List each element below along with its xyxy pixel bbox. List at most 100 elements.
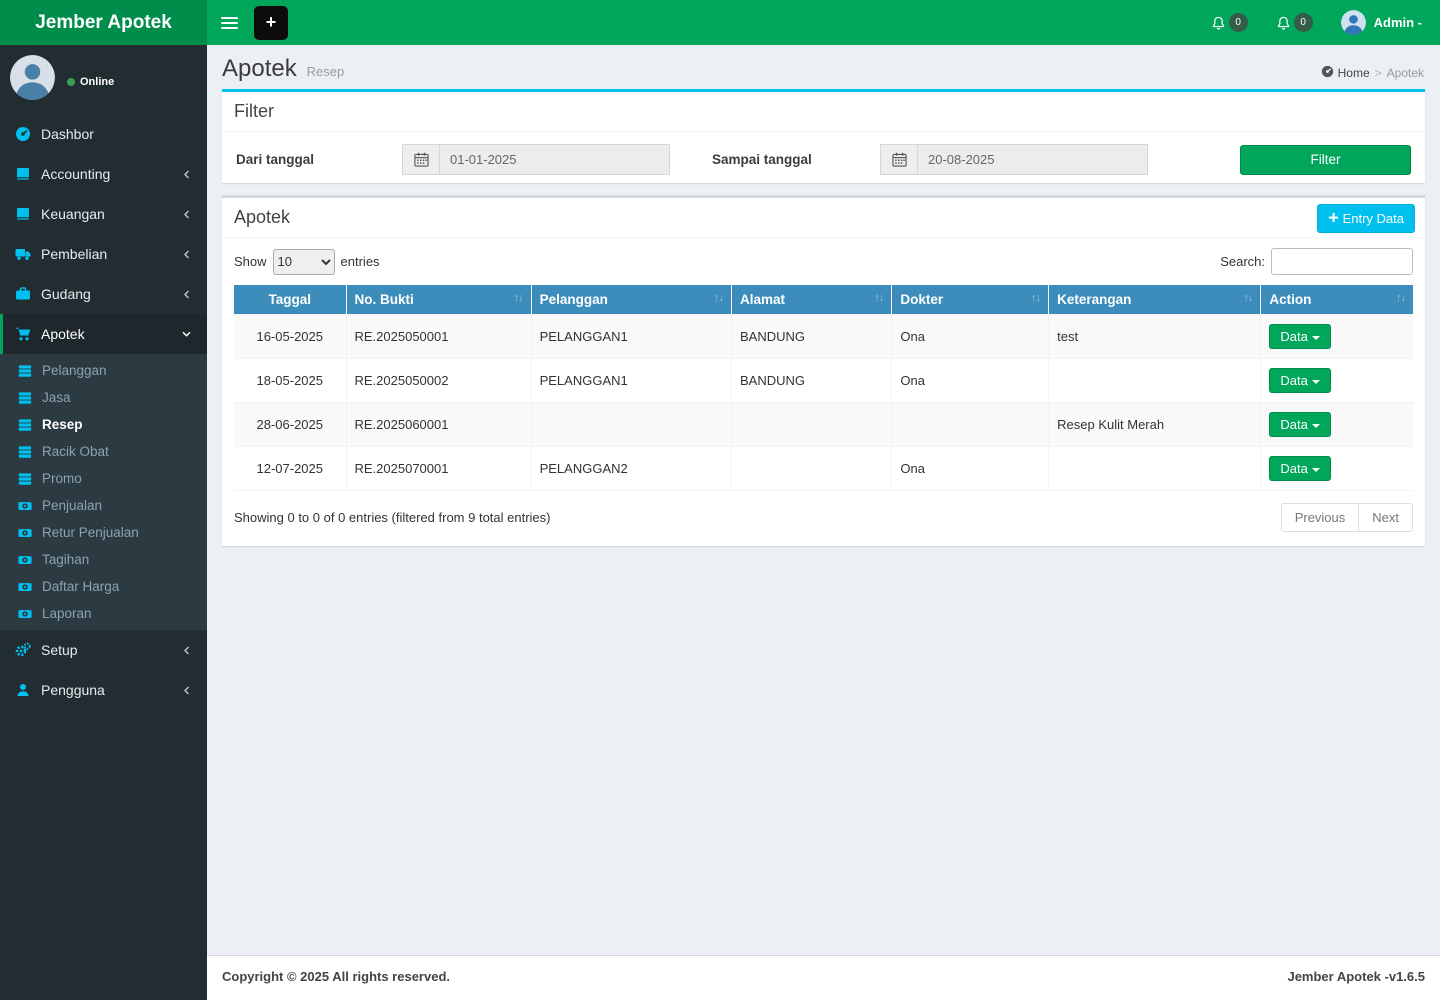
submenu-item-label: Pelanggan — [42, 363, 107, 378]
cell-no-bukti: RE.2025050001 — [345, 314, 532, 359]
cell-tanggal: 12-07-2025 — [234, 446, 347, 491]
notification-count-badge: 0 — [1293, 13, 1313, 32]
cell-action: Data — [1260, 358, 1413, 403]
apotek-box-title: Apotek — [234, 207, 291, 227]
cell-no-bukti: RE.2025050002 — [345, 358, 532, 403]
resep-table: Taggal ↑↓ No. Bukti ↑↓ Pelanggan ↑↓ Alamat … — [234, 285, 1413, 491]
cell-pelanggan — [530, 402, 733, 447]
sidebar-item-label: Pembelian — [41, 246, 108, 262]
search-input[interactable] — [1271, 248, 1413, 275]
submenu-item-daftar-harga[interactable]: Daftar Harga — [0, 573, 207, 600]
submenu-item-jasa[interactable]: Jasa — [0, 384, 207, 411]
user-menu[interactable]: Admin - — [1327, 0, 1428, 45]
chevron-left-icon — [182, 209, 192, 220]
submenu-item-pelanggan[interactable]: Pelanggan — [0, 357, 207, 384]
submenu-item-racik-obat[interactable]: Racik Obat — [0, 438, 207, 465]
cell-dokter: Ona — [891, 314, 1050, 359]
data-dropdown-button[interactable]: Data — [1269, 324, 1331, 349]
cell-action: Data — [1260, 314, 1413, 359]
cell-dokter — [891, 402, 1050, 447]
sidebar-item-gudang[interactable]: Gudang — [0, 274, 207, 314]
page-length-select[interactable]: 10 — [272, 248, 335, 275]
caret-down-icon — [1311, 467, 1320, 472]
column-header-keterangan[interactable]: ↑↓ Keterangan — [1048, 285, 1262, 315]
cell-action: Data — [1260, 402, 1413, 447]
submenu-item-label: Racik Obat — [42, 444, 109, 459]
cell-alamat: BANDUNG — [731, 314, 893, 359]
submenu-item-retur-penjualan[interactable]: Retur Penjualan — [0, 519, 207, 546]
chevron-down-icon — [181, 329, 192, 339]
column-header-pelanggan[interactable]: ↑↓ Pelanggan — [531, 285, 733, 315]
column-header-alamat[interactable]: ↑↓ Alamat — [731, 285, 893, 315]
sidebar-user-avatar — [10, 55, 55, 100]
money-icon — [18, 526, 42, 540]
cell-tanggal: 16-05-2025 — [234, 314, 347, 359]
sidebar-item-setup[interactable]: Setup — [0, 630, 207, 670]
previous-page-button[interactable]: Previous — [1280, 503, 1360, 532]
apotek-submenu: Pelanggan Jasa Resep Racik Obat Promo Pe… — [0, 354, 207, 630]
quick-add-button[interactable]: + — [254, 5, 288, 40]
data-dropdown-button[interactable]: Data — [1269, 456, 1331, 481]
sidebar-item-keuangan[interactable]: Keuangan — [0, 194, 207, 234]
main-footer: Copyright © 2025 All rights reserved. Je… — [207, 955, 1440, 1000]
sidebar-item-pembelian[interactable]: Pembelian — [0, 234, 207, 274]
next-page-button[interactable]: Next — [1359, 503, 1413, 532]
pagination: Previous Next — [1280, 503, 1413, 532]
money-icon — [18, 499, 42, 513]
cell-no-bukti: RE.2025070001 — [345, 446, 532, 491]
data-dropdown-button[interactable]: Data — [1269, 368, 1331, 393]
entry-data-label: Entry Data — [1342, 211, 1404, 226]
entry-data-button[interactable]: Entry Data — [1316, 204, 1415, 233]
column-header-dokter[interactable]: ↑↓ Dokter — [891, 285, 1050, 315]
bell-icon — [1211, 15, 1226, 31]
bell-icon — [1276, 15, 1291, 31]
from-date-input[interactable] — [439, 144, 670, 175]
breadcrumb-home-link[interactable]: Home — [1321, 65, 1370, 81]
sidebar-item-pengguna[interactable]: Pengguna — [0, 670, 207, 710]
search-label: Search: — [1220, 254, 1265, 269]
sidebar-item-label: Dashbor — [41, 126, 94, 142]
column-header-action[interactable]: ↑↓ Action — [1260, 285, 1413, 315]
sidebar-item-dashbor[interactable]: Dashbor — [0, 114, 207, 154]
to-date-label: Sampai tanggal — [712, 152, 812, 167]
sort-icon: ↑↓ — [714, 292, 724, 304]
sidebar-toggle-icon[interactable] — [207, 0, 251, 45]
server-icon — [18, 445, 42, 459]
table-row: 12-07-2025 RE.2025070001 PELANGGAN2 Ona … — [234, 446, 1413, 491]
sidebar-item-apotek[interactable]: Apotek — [0, 314, 207, 354]
truck-icon — [15, 246, 41, 262]
money-icon — [18, 553, 42, 567]
sidebar-item-label: Gudang — [41, 286, 91, 302]
filter-box-title: Filter — [234, 101, 274, 121]
cell-tanggal: 28-06-2025 — [234, 402, 347, 447]
book-icon — [15, 206, 41, 222]
dashboard-icon — [15, 126, 41, 142]
to-date-input[interactable] — [917, 144, 1148, 175]
submenu-item-laporan[interactable]: Laporan — [0, 600, 207, 627]
submenu-item-promo[interactable]: Promo — [0, 465, 207, 492]
sidebar-item-accounting[interactable]: Accounting — [0, 154, 207, 194]
submenu-item-penjualan[interactable]: Penjualan — [0, 492, 207, 519]
column-header-no-bukti[interactable]: ↑↓ No. Bukti — [346, 285, 532, 315]
submenu-item-tagihan[interactable]: Tagihan — [0, 546, 207, 573]
submenu-item-resep[interactable]: Resep — [0, 411, 207, 438]
cell-alamat — [731, 446, 893, 491]
table-row: 16-05-2025 RE.2025050001 PELANGGAN1 BAND… — [234, 314, 1413, 359]
submenu-item-label: Promo — [42, 471, 82, 486]
submenu-item-label: Tagihan — [42, 552, 90, 567]
apotek-box: Apotek Entry Data Show 10 entries Search… — [222, 195, 1425, 546]
brand-logo[interactable]: Jember Apotek — [0, 0, 207, 45]
user-avatar — [1340, 10, 1366, 35]
column-header-tanggal[interactable]: Taggal — [234, 285, 347, 315]
cell-dokter: Ona — [891, 358, 1050, 403]
sidebar-user-panel: Online — [0, 45, 207, 108]
sidebar-item-label: Setup — [41, 642, 78, 658]
cell-alamat — [731, 402, 893, 447]
notification-bell-1[interactable]: 0 — [1197, 0, 1262, 45]
chevron-left-icon — [182, 685, 192, 696]
filter-button[interactable]: Filter — [1240, 144, 1411, 175]
notification-bell-2[interactable]: 0 — [1262, 0, 1327, 45]
submenu-item-label: Laporan — [42, 606, 92, 621]
cell-alamat: BANDUNG — [731, 358, 893, 403]
data-dropdown-button[interactable]: Data — [1269, 412, 1331, 437]
